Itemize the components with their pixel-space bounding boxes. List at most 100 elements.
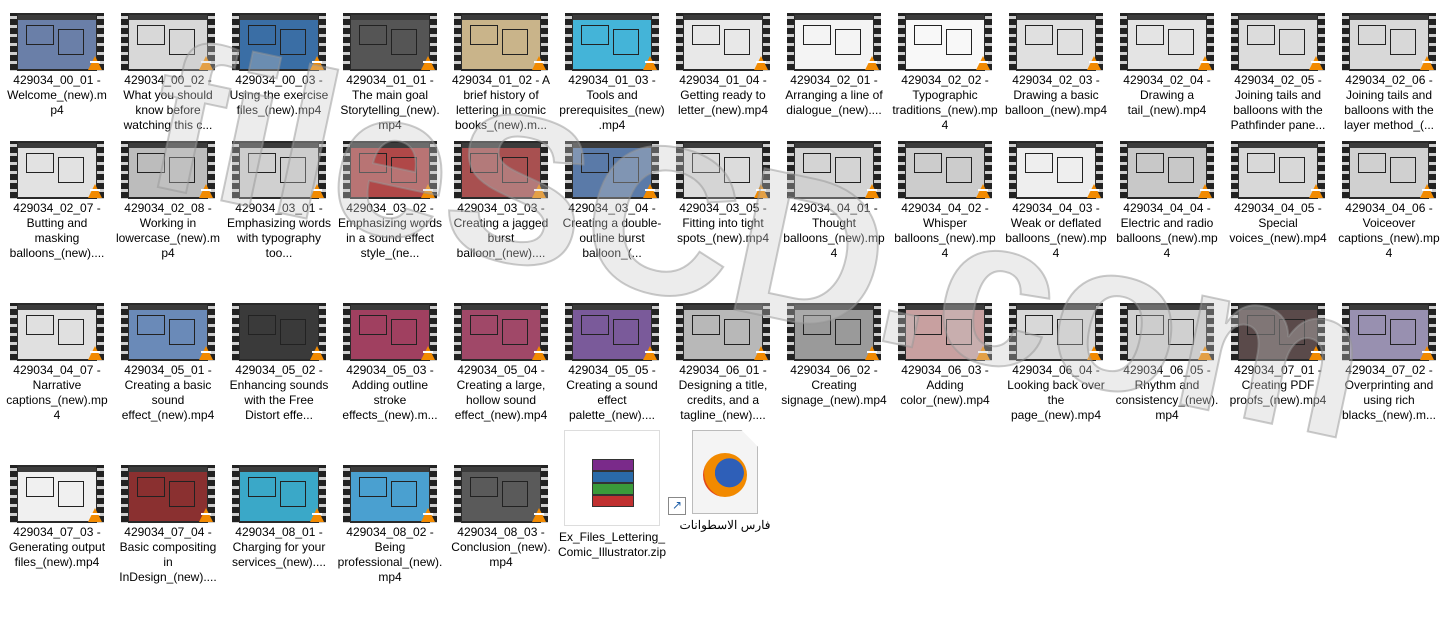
video-file-label: 429034_05_04 - Creating a large, hollow … — [454, 363, 548, 422]
video-file[interactable]: 429034_05_04 - Creating a large, hollow … — [448, 303, 554, 423]
video-thumbnail — [1009, 303, 1103, 361]
video-file[interactable]: 429034_04_04 - Electric and radio balloo… — [1114, 141, 1220, 261]
film-perforation-icon — [343, 141, 350, 199]
video-thumbnail — [787, 303, 881, 361]
film-perforation-icon — [1009, 141, 1016, 199]
film-perforation-icon — [1120, 13, 1127, 71]
video-file[interactable]: 429034_08_03 - Conclusion_(new).mp4 — [448, 465, 554, 570]
thumbnail-frame — [129, 467, 207, 521]
video-file-label: 429034_08_01 - Charging for your service… — [231, 525, 327, 569]
video-file[interactable]: 429034_04_02 - Whisper balloons_(new).mp… — [892, 141, 998, 261]
video-file[interactable]: 429034_05_02 - Enhancing sounds with the… — [226, 303, 332, 423]
vlc-cone-icon — [1309, 346, 1323, 360]
thumbnail-frame — [129, 15, 207, 69]
thumbnail-frame — [351, 15, 429, 69]
video-file[interactable]: 429034_02_01 - Arranging a line of dialo… — [781, 13, 887, 118]
video-file-label: 429034_06_03 - Adding color_(new).mp4 — [900, 363, 990, 407]
video-file[interactable]: 429034_00_03 - Using the exercise files_… — [226, 13, 332, 118]
video-file[interactable]: 429034_02_06 - Joining tails and balloon… — [1336, 13, 1442, 133]
video-file-label: 429034_01_02 - A brief history of letter… — [451, 73, 551, 132]
video-file[interactable]: 429034_02_07 - Butting and masking ballo… — [4, 141, 110, 261]
video-thumbnail — [787, 141, 881, 199]
video-file[interactable]: 429034_06_05 - Rhythm and consistency_(n… — [1114, 303, 1220, 423]
video-file-label: 429034_06_02 - Creating signage_(new).mp… — [781, 363, 887, 407]
video-file[interactable]: 429034_02_03 - Drawing a basic balloon_(… — [1003, 13, 1109, 118]
video-file[interactable]: 429034_00_01 - Welcome_(new).mp4 — [4, 13, 110, 118]
video-file-label: 429034_05_01 - Creating a basic sound ef… — [121, 363, 215, 422]
thumbnail-frame — [1239, 15, 1317, 69]
video-thumbnail — [787, 13, 881, 71]
video-file[interactable]: 429034_03_03 - Creating a jagged burst b… — [448, 141, 554, 261]
video-file[interactable]: 429034_03_02 - Emphasizing words in a so… — [337, 141, 443, 261]
vlc-cone-icon — [976, 56, 990, 70]
video-file[interactable]: 429034_04_07 - Narrative captions_(new).… — [4, 303, 110, 423]
video-file[interactable]: 429034_04_03 - Weak or deflated balloons… — [1003, 141, 1109, 261]
video-file[interactable]: 429034_02_02 - Typographic traditions_(n… — [892, 13, 998, 133]
video-thumbnail — [121, 303, 215, 361]
film-perforation-icon — [343, 13, 350, 71]
video-file[interactable]: 429034_06_04 - Looking back over the pag… — [1003, 303, 1109, 423]
shortcut-file[interactable]: ↗ فارس الاسطوانات — [668, 430, 780, 533]
video-file-label: 429034_08_02 - Being professional_(new).… — [337, 525, 443, 584]
video-file[interactable]: 429034_01_01 - The main goal Storytellin… — [337, 13, 443, 133]
video-file[interactable]: 429034_03_01 - Emphasizing words with ty… — [226, 141, 332, 261]
video-file[interactable]: 429034_02_08 - Working in lowercase_(new… — [115, 141, 221, 261]
film-perforation-icon — [10, 303, 17, 361]
vlc-cone-icon — [754, 346, 768, 360]
video-file[interactable]: 429034_01_04 - Getting ready to letter_(… — [670, 13, 776, 118]
video-thumbnail — [10, 141, 104, 199]
video-file[interactable]: 429034_06_01 - Designing a title, credit… — [670, 303, 776, 423]
video-file[interactable]: 429034_07_02 - Overprinting and using ri… — [1336, 303, 1442, 423]
video-file[interactable]: 429034_05_03 - Adding outline stroke eff… — [337, 303, 443, 423]
video-file[interactable]: 429034_05_01 - Creating a basic sound ef… — [115, 303, 221, 423]
vlc-cone-icon — [199, 184, 213, 198]
thumbnail-frame — [1128, 143, 1206, 197]
video-thumbnail — [565, 13, 659, 71]
video-thumbnail — [1009, 13, 1103, 71]
film-perforation-icon — [1342, 303, 1349, 361]
thumbnail-frame — [240, 467, 318, 521]
video-file[interactable]: 429034_02_04 - Drawing a tail_(new).mp4 — [1114, 13, 1220, 118]
video-file[interactable]: 429034_00_02 - What you should know befo… — [115, 13, 221, 133]
thumbnail-frame — [684, 143, 762, 197]
video-file-label: 429034_05_05 - Creating a sound effect p… — [566, 363, 658, 422]
video-file[interactable]: 429034_05_05 - Creating a sound effect p… — [559, 303, 665, 423]
video-file-label: 429034_04_03 - Weak or deflated balloons… — [1005, 201, 1107, 260]
video-file[interactable]: 429034_01_02 - A brief history of letter… — [448, 13, 554, 133]
video-file[interactable]: 429034_07_04 - Basic compositing in InDe… — [115, 465, 221, 585]
video-file-label: 429034_05_03 - Adding outline stroke eff… — [342, 363, 438, 422]
video-file[interactable]: 429034_02_05 - Joining tails and balloon… — [1225, 13, 1331, 133]
film-perforation-icon — [565, 13, 572, 71]
video-file[interactable]: 429034_06_03 - Adding color_(new).mp4 — [892, 303, 998, 408]
vlc-cone-icon — [88, 346, 102, 360]
video-file[interactable]: 429034_08_02 - Being professional_(new).… — [337, 465, 443, 585]
video-file-label: 429034_00_01 - Welcome_(new).mp4 — [7, 73, 107, 117]
vlc-cone-icon — [199, 346, 213, 360]
video-file[interactable]: 429034_01_03 - Tools and prerequisites_(… — [559, 13, 665, 133]
video-file[interactable]: 429034_06_02 - Creating signage_(new).mp… — [781, 303, 887, 408]
video-file[interactable]: 429034_03_04 - Creating a double-outline… — [559, 141, 665, 261]
video-thumbnail — [232, 13, 326, 71]
video-file[interactable]: 429034_04_05 - Special voices_(new).mp4 — [1225, 141, 1331, 246]
video-thumbnail — [898, 303, 992, 361]
video-thumbnail — [343, 141, 437, 199]
video-thumbnail — [1120, 141, 1214, 199]
video-file[interactable]: 429034_04_06 - Voiceover captions_(new).… — [1336, 141, 1442, 261]
video-file[interactable]: 429034_04_01 - Thought balloons_(new).mp… — [781, 141, 887, 261]
vlc-cone-icon — [532, 56, 546, 70]
film-perforation-icon — [1342, 13, 1349, 71]
video-file[interactable]: 429034_03_05 - Fitting into tight spots_… — [670, 141, 776, 246]
video-file[interactable]: 429034_08_01 - Charging for your service… — [226, 465, 332, 570]
vlc-cone-icon — [1420, 184, 1434, 198]
video-file-label: 429034_06_04 - Looking back over the pag… — [1007, 363, 1105, 422]
thumbnail-frame — [18, 143, 96, 197]
film-perforation-icon — [1009, 13, 1016, 71]
thumbnail-frame — [462, 305, 540, 359]
thumbnail-frame — [18, 305, 96, 359]
thumbnail-frame — [462, 467, 540, 521]
video-file[interactable]: 429034_07_01 - Creating PDF proofs_(new)… — [1225, 303, 1331, 408]
vlc-cone-icon — [199, 56, 213, 70]
zip-file[interactable]: Ex_Files_Lettering_Comic_Illustrator.zip — [557, 430, 667, 560]
video-file-label: 429034_07_02 - Overprinting and using ri… — [1341, 363, 1437, 422]
video-file[interactable]: 429034_07_03 - Generating output files_(… — [4, 465, 110, 570]
